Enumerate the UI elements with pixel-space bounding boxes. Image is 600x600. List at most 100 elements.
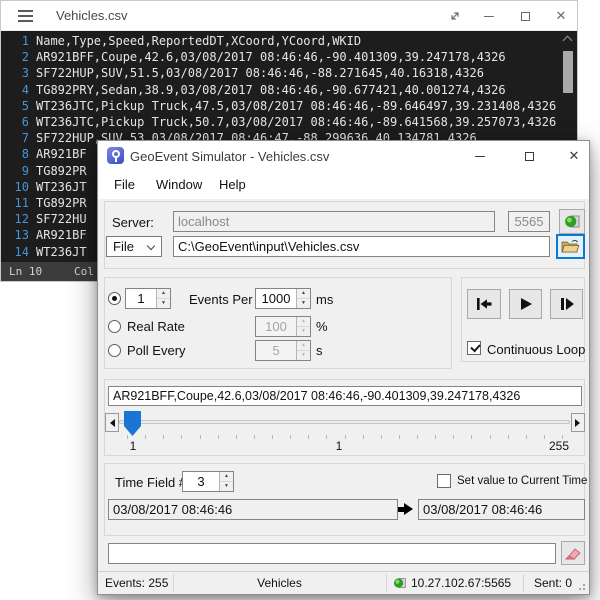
line-number: 5 bbox=[1, 98, 29, 114]
csv-line: 3SF722HUP,SUV,51.5,03/08/2017 08:46:46,-… bbox=[1, 65, 577, 81]
close-button[interactable]: ✕ bbox=[558, 141, 590, 171]
time-field-spinner[interactable]: 3 ▲▼ bbox=[182, 471, 234, 492]
line-text: WT236JTC,Pickup Truck,50.7,03/08/2017 08… bbox=[29, 114, 556, 130]
spin-up-icon: ▲ bbox=[297, 341, 310, 351]
spin-down-icon[interactable]: ▼ bbox=[220, 482, 233, 491]
play-button[interactable] bbox=[509, 289, 542, 319]
sim-window-title: GeoEvent Simulator - Vehicles.csv bbox=[130, 149, 329, 164]
line-text: AR921BF bbox=[29, 146, 87, 162]
scrollbar-thumb[interactable] bbox=[563, 51, 573, 93]
menu-file[interactable]: File bbox=[114, 177, 135, 192]
feed-name: Vehicles bbox=[173, 576, 386, 590]
events-count-value: 1 bbox=[126, 289, 156, 308]
events-count-spinner[interactable]: 1 ▲▼ bbox=[125, 288, 171, 309]
connect-button[interactable] bbox=[559, 209, 585, 234]
percent-unit-label: % bbox=[316, 319, 328, 334]
maximize-button[interactable] bbox=[509, 1, 541, 31]
server-address: 10.27.102.67:5565 bbox=[411, 576, 511, 590]
line-number: 12 bbox=[1, 211, 29, 227]
slider-max-label: 255 bbox=[535, 439, 569, 453]
expand-icon[interactable] bbox=[439, 1, 471, 31]
line-number: 6 bbox=[1, 114, 29, 130]
geoevent-logo-icon bbox=[107, 147, 124, 164]
time-to-input[interactable]: 03/08/2017 08:46:46 bbox=[418, 499, 585, 520]
maximize-button[interactable] bbox=[513, 141, 545, 171]
sim-titlebar: GeoEvent Simulator - Vehicles.csv ✕ bbox=[98, 141, 589, 171]
poll-every-spinner: 5 ▲▼ bbox=[255, 340, 311, 361]
sent-count: Sent: 0 bbox=[534, 576, 572, 590]
poll-every-value: 5 bbox=[256, 341, 296, 360]
logo-pin-stem bbox=[115, 157, 117, 162]
seconds-unit-label: s bbox=[316, 343, 323, 358]
skip-to-start-button[interactable] bbox=[467, 289, 501, 319]
time-field-label: Time Field # bbox=[115, 475, 186, 490]
server-host-input[interactable]: localhost bbox=[173, 211, 495, 232]
line-text: WT236JTC,Pickup Truck,47.5,03/08/2017 08… bbox=[29, 98, 556, 114]
current-event-input[interactable]: AR921BFF,Coupe,42.6,03/08/2017 08:46:46,… bbox=[108, 386, 582, 406]
spin-up-icon: ▲ bbox=[297, 317, 310, 327]
line-number: 13 bbox=[1, 227, 29, 243]
slider-track[interactable] bbox=[119, 420, 570, 424]
continuous-loop-checkbox[interactable] bbox=[467, 341, 481, 355]
menu-window[interactable]: Window bbox=[156, 177, 202, 192]
server-label: Server: bbox=[112, 215, 154, 230]
real-rate-value: 100 bbox=[256, 317, 296, 336]
log-output-input[interactable] bbox=[108, 543, 556, 564]
statusbar-divider bbox=[523, 574, 524, 592]
line-number: 3 bbox=[1, 65, 29, 81]
events-per-radio[interactable] bbox=[108, 292, 121, 305]
real-rate-radio[interactable] bbox=[108, 320, 121, 333]
play-icon bbox=[519, 297, 533, 311]
source-type-dropdown[interactable]: File bbox=[106, 236, 162, 257]
minimize-button[interactable] bbox=[473, 1, 505, 31]
line-number: 14 bbox=[1, 244, 29, 260]
scroll-up-icon[interactable] bbox=[563, 36, 573, 46]
continuous-loop-label: Continuous Loop bbox=[487, 342, 585, 357]
open-folder-icon bbox=[561, 239, 580, 254]
resize-grip[interactable] bbox=[583, 588, 585, 590]
csv-line: 6WT236JTC,Pickup Truck,50.7,03/08/2017 0… bbox=[1, 114, 577, 130]
step-forward-button[interactable] bbox=[550, 289, 583, 319]
clear-log-button[interactable] bbox=[561, 541, 585, 565]
line-text: WT236JT bbox=[29, 244, 87, 260]
server-port-input[interactable]: 5565 bbox=[508, 211, 550, 232]
poll-every-radio[interactable] bbox=[108, 344, 121, 357]
spin-down-icon: ▼ bbox=[297, 327, 310, 336]
browse-file-button[interactable] bbox=[556, 234, 585, 259]
sim-statusbar: Events: 255 Vehicles 10.27.102.67:5565 S… bbox=[98, 571, 589, 594]
spin-up-icon[interactable]: ▲ bbox=[220, 472, 233, 482]
spin-down-icon[interactable]: ▼ bbox=[297, 299, 310, 308]
line-text: AR921BF bbox=[29, 227, 87, 243]
line-text: WT236JT bbox=[29, 179, 87, 195]
close-icon: ✕ bbox=[556, 9, 567, 24]
line-number: 10 bbox=[1, 179, 29, 195]
spin-down-icon: ▼ bbox=[297, 351, 310, 360]
time-from-input[interactable]: 03/08/2017 08:46:46 bbox=[108, 499, 398, 520]
maximize-icon bbox=[525, 152, 534, 161]
interval-spinner[interactable]: 1000 ▲▼ bbox=[255, 288, 311, 309]
menu-help[interactable]: Help bbox=[219, 177, 246, 192]
spin-up-icon[interactable]: ▲ bbox=[297, 289, 310, 299]
spin-up-icon[interactable]: ▲ bbox=[157, 289, 170, 299]
minimize-button[interactable] bbox=[464, 141, 496, 171]
left-arrow-icon bbox=[106, 419, 115, 427]
real-rate-label: Real Rate bbox=[127, 319, 185, 334]
eraser-icon bbox=[565, 547, 581, 560]
line-number: 2 bbox=[1, 49, 29, 65]
spin-down-icon[interactable]: ▼ bbox=[157, 299, 170, 308]
line-number: 11 bbox=[1, 195, 29, 211]
time-field-value: 3 bbox=[183, 472, 219, 491]
slider-right-button[interactable] bbox=[571, 413, 585, 432]
close-button[interactable]: ✕ bbox=[545, 1, 577, 31]
set-current-time-checkbox[interactable] bbox=[437, 474, 451, 488]
csv-line: 1Name,Type,Speed,ReportedDT,XCoord,YCoor… bbox=[1, 33, 577, 49]
slider-left-button[interactable] bbox=[105, 413, 119, 432]
file-path-input[interactable]: C:\GeoEvent\input\Vehicles.csv bbox=[173, 236, 550, 257]
step-forward-icon bbox=[559, 297, 575, 311]
line-number: 9 bbox=[1, 163, 29, 179]
diagonal-resize-icon bbox=[449, 10, 461, 22]
source-type-value: File bbox=[113, 239, 134, 254]
hamburger-menu-icon[interactable] bbox=[18, 15, 33, 17]
line-text: SF722HU bbox=[29, 211, 87, 227]
real-rate-spinner: 100 ▲▼ bbox=[255, 316, 311, 337]
